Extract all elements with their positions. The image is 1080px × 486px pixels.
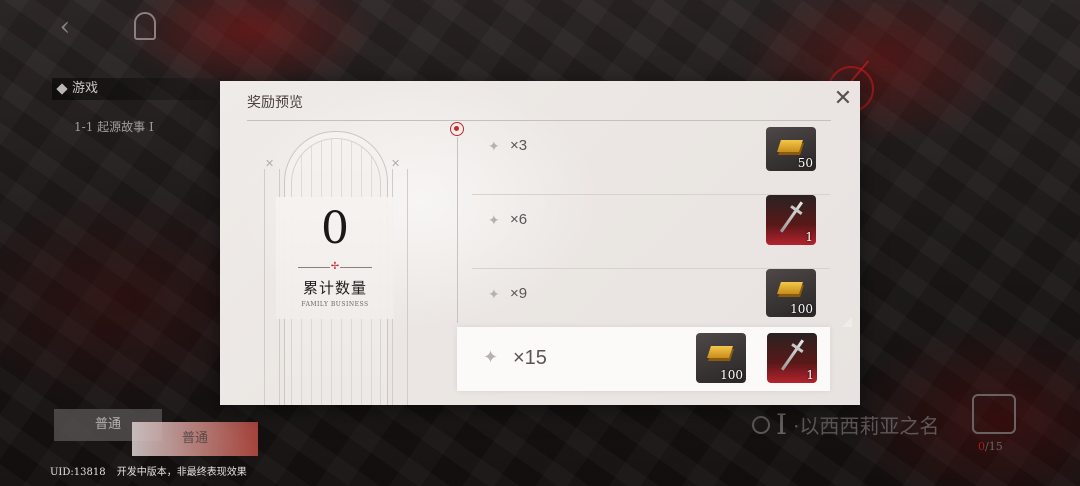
- right-button[interactable]: 普通: [132, 422, 258, 456]
- item-quantity: 50: [797, 156, 813, 170]
- star-ornament-icon: ✕: [265, 157, 275, 170]
- chapter-roman: I: [776, 408, 788, 441]
- emblem-icon: [134, 12, 156, 40]
- side-panel-title: 游戏: [52, 78, 222, 100]
- item-quantity: 1: [806, 368, 814, 382]
- build-notice: UID:13818 开发中版本，非最终表现效果: [50, 463, 247, 478]
- version-notice: 开发中版本，非最终表现效果: [116, 467, 247, 478]
- accumulated-count-card: ✕ ✕ 0 ✢ 累计数量 FAMILY BUSINESS: [260, 127, 410, 405]
- dagger-graphic: [780, 339, 805, 371]
- crest-total: /15: [985, 440, 1003, 453]
- close-button[interactable]: ✕: [831, 87, 855, 111]
- gold-bar-icon[interactable]: 100: [696, 333, 746, 383]
- dagger-icon[interactable]: 1: [767, 333, 817, 383]
- arch-column-right: [392, 169, 408, 405]
- star-icon: ✦: [488, 287, 500, 303]
- cross-mark-icon: ✢: [330, 261, 340, 272]
- reward-row-highlighted: ✦ ×15 100 1: [457, 327, 830, 391]
- highlight-notch: [842, 317, 852, 327]
- progress-timeline: [457, 137, 458, 323]
- star-icon: ✦: [488, 139, 500, 155]
- reward-multiplier: ×9: [510, 285, 528, 302]
- reward-multiplier: ×3: [510, 137, 528, 154]
- chapter-title: ·以西西莉亚之名: [793, 414, 940, 438]
- accumulated-label: 累计数量: [302, 279, 367, 297]
- uid-label: UID:13818: [50, 467, 106, 478]
- rotate-icon[interactable]: [752, 415, 770, 434]
- current-progress-marker-icon: [450, 122, 464, 136]
- gold-bar-graphic: [707, 346, 733, 358]
- gold-bar-graphic: [777, 140, 803, 152]
- reward-row: ✦ ×6 1: [472, 195, 830, 269]
- gold-bar-icon[interactable]: 50: [766, 127, 816, 171]
- gold-bar-graphic: [777, 282, 803, 294]
- star-ornament-icon: ✕: [391, 157, 401, 170]
- reward-multiplier: ×6: [510, 211, 528, 228]
- reward-multiplier: ×15: [513, 347, 547, 369]
- item-quantity: 100: [790, 302, 813, 316]
- accumulated-count: 0: [321, 203, 349, 254]
- family-business-label: FAMILY BUSINESS: [301, 301, 369, 308]
- reward-row: ✦ ×3 50: [472, 121, 830, 195]
- dagger-graphic: [779, 201, 804, 233]
- gold-bar-icon[interactable]: 100: [766, 269, 816, 317]
- back-arrow-icon[interactable]: ‹: [52, 14, 78, 40]
- star-icon: ✦: [488, 213, 500, 229]
- crest-count: 0/15: [978, 440, 1003, 453]
- reward-preview-modal: 奖励预览 ✕ ✕ ✕ 0 ✢ 累计数量 FAMILY BUSINESS ✦ ×3…: [220, 81, 860, 405]
- modal-title: 奖励预览: [247, 95, 303, 111]
- dagger-icon[interactable]: 1: [766, 195, 816, 245]
- item-quantity: 1: [805, 230, 813, 244]
- stage-label: 1-1 起源故事 I: [74, 120, 154, 134]
- crest-icon[interactable]: [972, 394, 1016, 434]
- bottom-title: I ·以西西莉亚之名: [752, 408, 939, 441]
- item-quantity: 100: [720, 368, 743, 382]
- star-icon: ✦: [483, 347, 499, 368]
- crest-current: 0: [978, 440, 985, 453]
- count-panel: 0 ✢ 累计数量 FAMILY BUSINESS: [276, 197, 394, 319]
